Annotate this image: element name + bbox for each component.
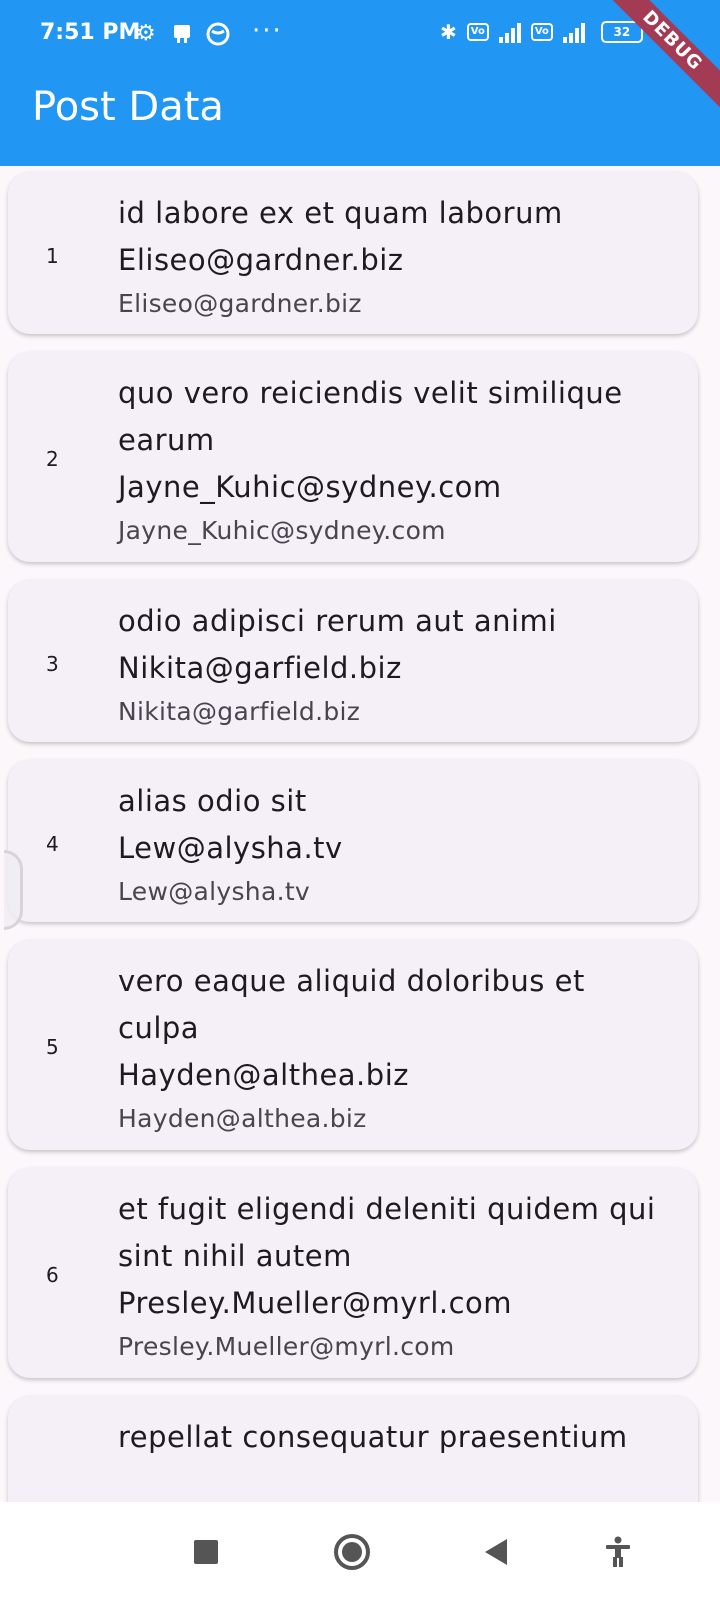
- accessibility-icon[interactable]: [598, 1532, 638, 1572]
- post-id: 5: [46, 1035, 59, 1059]
- post-email: Jayne_Kuhic@sydney.com: [118, 470, 502, 504]
- post-id: 1: [46, 244, 59, 268]
- app-bar: 7:51 PM ⚙ ··· ✱ Vo Vo 32 Post Data DEBUG: [0, 0, 720, 166]
- post-card[interactable]: 1 id labore ex et quam laborum Eliseo@ga…: [8, 172, 698, 334]
- post-subtitle: Nikita@garfield.biz: [118, 697, 361, 726]
- browser-icon: [206, 22, 230, 52]
- system-nav-bar: [0, 1502, 720, 1600]
- post-card[interactable]: 3 odio adipisci rerum aut animi Nikita@g…: [8, 580, 698, 742]
- volte-icon: Vo: [466, 23, 489, 41]
- post-title: et fugit eligendi deleniti quidem qui si…: [118, 1192, 656, 1273]
- back-icon[interactable]: [476, 1532, 516, 1572]
- post-card[interactable]: 2 quo vero reiciendis velit similique ea…: [8, 352, 698, 562]
- signal-icon-2: [562, 21, 585, 43]
- post-subtitle: Lew@alysha.tv: [118, 877, 311, 906]
- post-title: alias odio sit: [118, 784, 307, 818]
- home-icon[interactable]: [332, 1532, 372, 1572]
- status-bar: 7:51 PM ⚙ ··· ✱ Vo Vo 32: [0, 0, 720, 70]
- volte-icon-2: Vo: [530, 23, 553, 41]
- post-card[interactable]: repellat consequatur praesentium: [8, 1396, 698, 1502]
- page-title: Post Data: [32, 84, 224, 130]
- post-subtitle: Eliseo@gardner.biz: [118, 289, 362, 318]
- post-subtitle: Jayne_Kuhic@sydney.com: [118, 516, 446, 545]
- post-title: vero eaque aliquid doloribus et culpa: [118, 964, 585, 1045]
- post-email: Hayden@althea.biz: [118, 1058, 409, 1092]
- post-card[interactable]: 5 vero eaque aliquid doloribus et culpa …: [8, 940, 698, 1150]
- post-email: Lew@alysha.tv: [118, 831, 343, 865]
- more-notifications-icon: ···: [252, 16, 283, 46]
- post-id: 3: [46, 652, 59, 676]
- status-time: 7:51 PM: [40, 20, 141, 45]
- edge-swipe-handle[interactable]: [4, 850, 23, 930]
- post-email: Nikita@garfield.biz: [118, 651, 402, 685]
- post-subtitle: Presley.Mueller@myrl.com: [118, 1332, 455, 1361]
- settings-icon: ⚙: [136, 21, 156, 46]
- post-card[interactable]: 4 alias odio sit Lew@alysha.tv Lew@alysh…: [8, 760, 698, 922]
- post-title: repellat consequatur praesentium: [118, 1420, 628, 1454]
- post-id: 2: [46, 447, 59, 471]
- post-id: 6: [46, 1263, 59, 1287]
- notification-icon: [170, 22, 194, 52]
- signal-icon: [498, 21, 521, 43]
- post-card[interactable]: 6 et fugit eligendi deleniti quidem qui …: [8, 1168, 698, 1378]
- post-list[interactable]: 1 id labore ex et quam laborum Eliseo@ga…: [0, 166, 720, 1502]
- post-title: quo vero reiciendis velit similique earu…: [118, 376, 623, 457]
- post-email: Presley.Mueller@myrl.com: [118, 1286, 513, 1320]
- recents-icon[interactable]: [186, 1532, 226, 1572]
- bluetooth-icon: ✱: [440, 20, 457, 44]
- post-subtitle: Hayden@althea.biz: [118, 1104, 367, 1133]
- post-email: Eliseo@gardner.biz: [118, 243, 404, 277]
- post-id: 4: [46, 832, 59, 856]
- post-title: odio adipisci rerum aut animi: [118, 604, 557, 638]
- post-title: id labore ex et quam laborum: [118, 196, 563, 230]
